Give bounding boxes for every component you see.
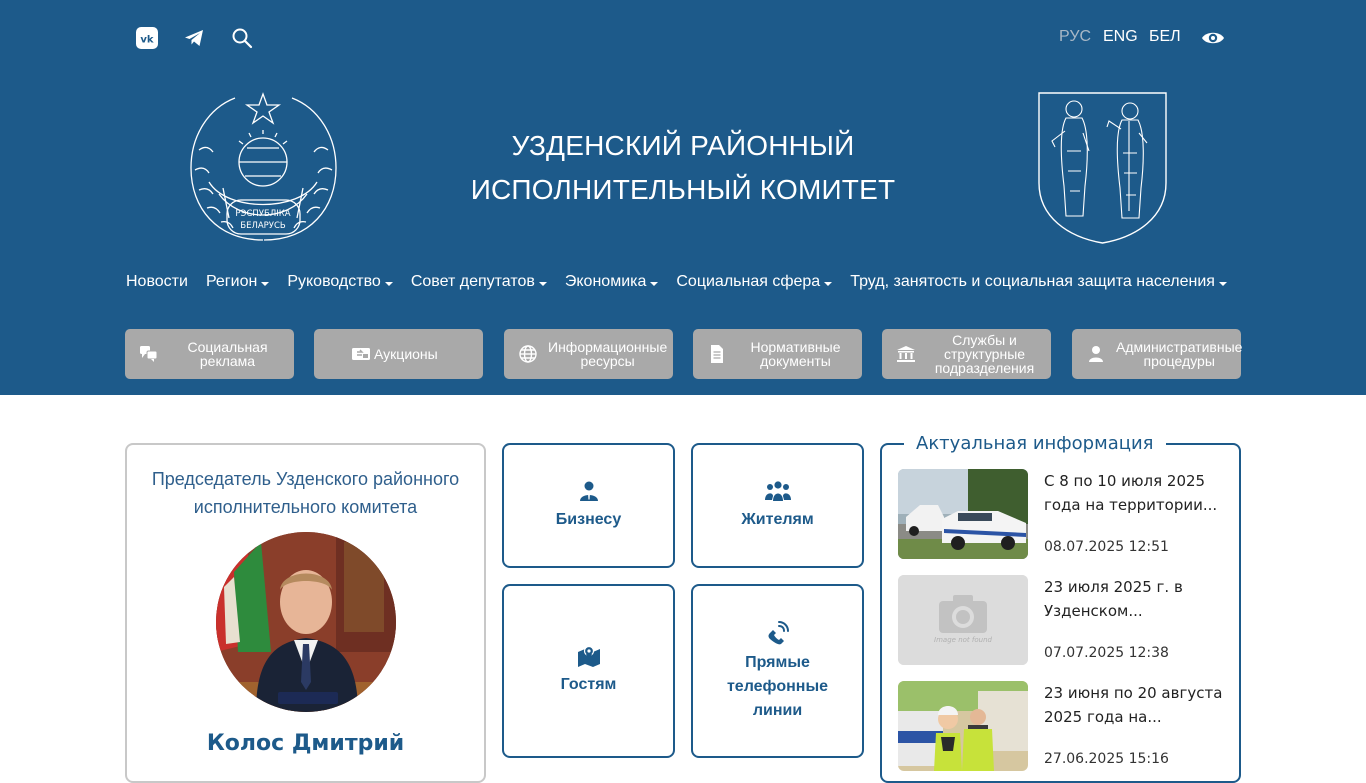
news-date: 07.07.2025 12:38 — [1044, 645, 1169, 661]
emblem-text-line1: РЭСПУБЛІКА — [235, 209, 290, 219]
news-title: 23 июля 2025 г. в Узденском... — [1044, 578, 1183, 620]
nav-label: Труд, занятость и социальная защита насе… — [850, 273, 1215, 290]
news-heading: Актуальная информация — [904, 433, 1166, 454]
nav-label: Руководство — [287, 273, 381, 290]
people-icon — [764, 480, 791, 502]
nav-item-labor[interactable]: Труд, занятость и социальная защита насе… — [850, 273, 1227, 291]
lang-bel[interactable]: БЕЛ — [1149, 28, 1181, 46]
chairman-title: Председатель Узденского районного исполн… — [151, 469, 460, 517]
tile-business[interactable]: Бизнесу — [502, 443, 675, 568]
news-title: С 8 по 10 июля 2025 года на территории..… — [1044, 472, 1218, 514]
quick-link-social-ads[interactable]: Социальная реклама — [125, 329, 294, 379]
nav-item-social[interactable]: Социальная сфера — [676, 273, 833, 291]
quick-link-label: Социальная реклама — [187, 339, 268, 369]
belarus-emblem: РЭСПУБЛІКА БЕЛАРУСЬ — [187, 90, 340, 246]
nav-label: Экономика — [564, 273, 647, 290]
news-item[interactable]: С 8 по 10 июля 2025 года на территории..… — [898, 469, 1228, 561]
phone-icon — [765, 619, 791, 645]
quick-link-label: Информационные ресурсы — [548, 339, 668, 369]
uzda-coat-of-arms — [1037, 91, 1168, 245]
chat-bubbles-icon — [129, 345, 169, 363]
chairman-card: Председатель Узденского районного исполн… — [125, 443, 486, 783]
nav-item-council[interactable]: Совет депутатов — [411, 273, 547, 291]
business-person-icon — [578, 480, 600, 502]
chevron-down-icon — [1218, 282, 1227, 286]
quick-link-admin-procedures[interactable]: Административные процедуры — [1072, 329, 1242, 379]
quick-link-normative-docs[interactable]: Нормативные документы — [693, 329, 862, 379]
quick-link-label: Нормативные документы — [750, 339, 841, 369]
emblem-text-line2: БЕЛАРУСЬ — [240, 221, 286, 231]
chevron-down-icon — [261, 282, 270, 286]
nav-label: Социальная сфера — [676, 273, 821, 290]
eye-icon[interactable] — [1201, 27, 1225, 49]
nav-label: Новости — [126, 273, 188, 290]
placeholder-text: Image not found — [934, 636, 992, 644]
nav-item-region[interactable]: Регион — [205, 273, 270, 291]
news-thumb-placeholder: Image not found — [898, 575, 1028, 665]
tile-label: Жителям — [741, 510, 814, 528]
search-icon[interactable] — [231, 27, 253, 49]
quick-link-services[interactable]: Службы и структурные подразделения — [882, 329, 1051, 379]
site-header: vk РУС ENG БЕЛ РЭСПУБЛІКА БЕЛАРУСЬ УЗДЕН… — [0, 0, 1366, 395]
main-nav: Новости Регион Руководство Совет депутат… — [126, 273, 1245, 291]
quick-link-label: Аукционы — [374, 346, 438, 362]
news-thumb-police-cars — [898, 469, 1028, 559]
news-date: 27.06.2025 15:16 — [1044, 751, 1169, 767]
news-panel: Актуальная информация С 8 по 10 июля 202… — [880, 433, 1241, 783]
chevron-down-icon — [650, 282, 659, 286]
title-line2: ИСПОЛНИТЕЛЬНЫЙ КОМИТЕТ — [470, 174, 896, 205]
page-title: УЗДЕНСКИЙ РАЙОННЫЙ ИСПОЛНИТЕЛЬНЫЙ КОМИТЕ… — [420, 124, 946, 212]
user-icon — [1076, 345, 1116, 363]
news-thumb-child-police — [898, 681, 1028, 771]
chevron-down-icon — [824, 282, 833, 286]
quick-link-label: Административные процедуры — [1116, 339, 1243, 369]
nav-label: Совет депутатов — [410, 273, 535, 290]
tile-residents[interactable]: Жителям — [691, 443, 864, 568]
nav-label: Регион — [205, 273, 258, 290]
nav-item-news[interactable]: Новости — [126, 273, 188, 291]
quick-link-info-resources[interactable]: Информационные ресурсы — [504, 329, 673, 379]
chevron-down-icon — [538, 282, 547, 286]
globe-icon — [508, 344, 548, 364]
chairman-name: Колос Дмитрий — [206, 731, 405, 756]
tile-label: Гостям — [560, 676, 617, 693]
nav-item-leadership[interactable]: Руководство — [287, 273, 393, 291]
svg-text:vk: vk — [140, 35, 154, 46]
vk-icon[interactable]: vk — [136, 27, 158, 49]
lang-rus[interactable]: РУС — [1059, 28, 1091, 46]
news-item[interactable]: 23 июня по 20 августа 2025 года на... 27… — [898, 681, 1228, 773]
news-item[interactable]: Image not found 23 июля 2025 г. в Узденс… — [898, 575, 1228, 667]
document-icon — [697, 344, 737, 364]
quick-link-auctions[interactable]: Аукционы — [314, 329, 483, 379]
map-pin-icon — [577, 645, 601, 667]
nav-item-economy[interactable]: Экономика — [565, 273, 659, 291]
news-date: 08.07.2025 12:51 — [1044, 539, 1169, 555]
quick-link-label: Службы и структурные подразделения — [934, 332, 1035, 376]
chairman-photo[interactable] — [216, 532, 396, 712]
tile-hotlines[interactable]: Прямые телефонные линии — [691, 584, 864, 758]
news-title: 23 июня по 20 августа 2025 года на... — [1044, 684, 1223, 726]
tile-guests[interactable]: Гостям — [502, 584, 675, 758]
telegram-icon[interactable] — [183, 27, 205, 49]
lang-eng[interactable]: ENG — [1103, 28, 1138, 46]
auction-icon — [348, 346, 374, 362]
tile-label: Прямые телефонные линии — [726, 654, 829, 719]
chevron-down-icon — [384, 282, 393, 286]
institution-icon — [886, 345, 926, 363]
title-line1: УЗДЕНСКИЙ РАЙОННЫЙ — [511, 130, 855, 161]
tile-label: Бизнесу — [555, 510, 622, 528]
